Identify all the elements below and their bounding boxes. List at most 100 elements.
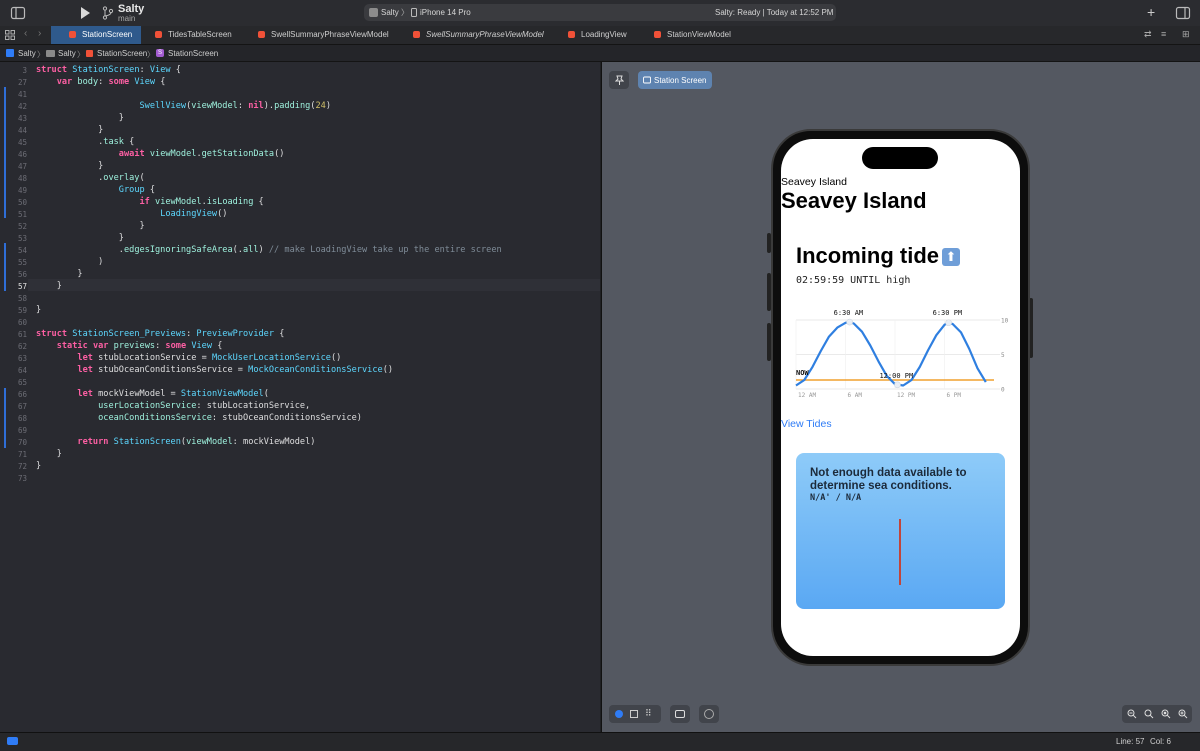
line-number: 68 bbox=[17, 414, 27, 423]
tide-countdown: 02:59:59 UNTIL high bbox=[796, 275, 911, 286]
line-number: 51 bbox=[17, 210, 27, 219]
forward-icon[interactable]: › bbox=[38, 28, 41, 39]
line-number: 66 bbox=[17, 390, 27, 399]
add-icon[interactable]: + bbox=[1147, 4, 1155, 20]
code-line: } bbox=[36, 161, 104, 171]
code-line: ) bbox=[36, 257, 104, 267]
tab-swellsummaryphraseviewmodel[interactable]: SwellSummaryPhraseViewModel bbox=[258, 26, 389, 44]
split-editor-icon[interactable]: ⊞ bbox=[1182, 29, 1190, 40]
selectable-mode-icon[interactable] bbox=[630, 710, 638, 718]
code-line: } bbox=[36, 305, 42, 315]
line-number: 65 bbox=[17, 378, 27, 387]
breadcrumb-group[interactable]: Salty bbox=[58, 49, 76, 58]
code-line: oceanConditionsService: stubOceanConditi… bbox=[98, 413, 362, 423]
tide-chart: 10 5 0 12 AM 6 AM 12 PM 6 PM 6:30 AM 12:00 PM 6:3… bbox=[795, 310, 1009, 399]
zoom-fit-icon[interactable] bbox=[1161, 709, 1171, 719]
tab-label: LoadingView bbox=[581, 30, 627, 39]
swift-file-icon bbox=[568, 31, 575, 38]
x-tick-label: 6 AM bbox=[848, 392, 863, 399]
current-line-highlight bbox=[28, 279, 600, 291]
folder-icon bbox=[46, 50, 55, 57]
preview-tab-station-screen[interactable]: Station Screen bbox=[638, 71, 712, 89]
editor-tab-bar: ‹ › StationScreen TidesTableScreen Swell… bbox=[0, 26, 1200, 45]
line-number: 71 bbox=[17, 450, 27, 459]
cursor-column: Col: 6 bbox=[1150, 737, 1171, 746]
y-tick-label: 5 bbox=[1001, 352, 1005, 359]
zoom-actual-icon[interactable] bbox=[1144, 709, 1154, 719]
line-number: 55 bbox=[17, 258, 27, 267]
line-number: 63 bbox=[17, 354, 27, 363]
code-line: .overlay( bbox=[36, 173, 145, 183]
breadcrumb-project[interactable]: Salty bbox=[18, 49, 36, 58]
code-line: userLocationService: stubLocationService… bbox=[98, 401, 311, 411]
swift-file-icon bbox=[155, 31, 162, 38]
pin-preview-button[interactable] bbox=[609, 71, 629, 89]
destination-selector[interactable]: iPhone 14 Pro bbox=[420, 8, 471, 17]
line-number: 56 bbox=[17, 270, 27, 279]
tide-status-title: Incoming tide bbox=[796, 243, 939, 268]
chevron-right-icon: 〉 bbox=[147, 50, 155, 59]
code-line: } bbox=[36, 269, 83, 279]
line-number: 47 bbox=[17, 162, 27, 171]
code-line: struct StationScreen: View { bbox=[36, 65, 181, 75]
arrow-up-icon: ⬆ bbox=[942, 248, 960, 266]
debug-area-toggle-icon[interactable] bbox=[7, 737, 18, 745]
y-tick-label: 0 bbox=[1001, 387, 1005, 394]
code-line: return StationScreen(viewModel: mockView… bbox=[77, 437, 316, 447]
device-settings-button[interactable] bbox=[670, 705, 690, 723]
phone-icon bbox=[411, 8, 417, 17]
code-line: } bbox=[36, 449, 62, 459]
run-icon[interactable] bbox=[77, 5, 93, 21]
source-editor[interactable]: 3 struct StationScreen: View {27 var body… bbox=[0, 62, 600, 732]
tab-tidestablescreen[interactable]: TidesTableScreen bbox=[155, 26, 232, 44]
pin-icon bbox=[615, 75, 624, 85]
swift-file-icon bbox=[413, 31, 420, 38]
preview-settings-button[interactable] bbox=[699, 705, 719, 723]
branch-icon bbox=[102, 6, 114, 20]
swift-file-icon bbox=[86, 50, 93, 57]
tab-loadingview[interactable]: LoadingView bbox=[568, 26, 627, 44]
settings-icon bbox=[704, 709, 714, 719]
variants-icon[interactable]: ⠿ bbox=[645, 708, 652, 719]
extreme-marker bbox=[945, 319, 952, 327]
preview-icon bbox=[643, 76, 651, 84]
line-number: 73 bbox=[17, 474, 27, 483]
tab-stationscreen[interactable]: StationScreen bbox=[51, 26, 141, 44]
chevron-right-icon: 〉 bbox=[37, 50, 45, 59]
tab-label: SwellSummaryPhraseViewModel bbox=[271, 30, 389, 39]
breadcrumb-file[interactable]: StationScreen bbox=[97, 49, 147, 58]
station-title: Seavey Island bbox=[781, 188, 927, 213]
line-number: 57 bbox=[17, 282, 27, 291]
line-number: 64 bbox=[17, 366, 27, 375]
code-line: var body: some View { bbox=[56, 77, 166, 87]
scheme-selector[interactable]: Salty bbox=[381, 8, 399, 17]
code-line: } bbox=[36, 233, 124, 243]
extreme-label: 12:00 PM bbox=[879, 372, 913, 380]
tab-swellsummaryphraseviewmodel-preview[interactable]: SwellSummaryPhraseViewModel bbox=[413, 26, 544, 44]
grid-icon[interactable] bbox=[5, 30, 15, 40]
extreme-label: 6:30 AM bbox=[834, 310, 864, 317]
line-number: 41 bbox=[17, 90, 27, 99]
breadcrumb: Salty 〉 Salty 〉 StationScreen 〉 S Statio… bbox=[0, 45, 1200, 62]
code-line: let mockViewModel = StationViewModel( bbox=[77, 389, 269, 399]
tab-stationviewmodel[interactable]: StationViewModel bbox=[654, 26, 731, 44]
breadcrumb-symbol[interactable]: StationScreen bbox=[168, 49, 218, 58]
cursor-line: Line: 57 bbox=[1116, 737, 1145, 746]
line-number: 54 bbox=[17, 246, 27, 255]
line-number: 48 bbox=[17, 174, 27, 183]
live-mode-icon[interactable] bbox=[615, 710, 623, 718]
line-number: 3 bbox=[22, 66, 27, 75]
sidebar-toggle-icon[interactable] bbox=[10, 5, 26, 21]
dynamic-island bbox=[862, 147, 938, 169]
related-items-icon[interactable]: ⇄ bbox=[1144, 29, 1152, 40]
line-number: 43 bbox=[17, 114, 27, 123]
code-line: let stubLocationService = MockUserLocati… bbox=[77, 353, 342, 363]
inspector-toggle-icon[interactable] bbox=[1175, 5, 1191, 21]
zoom-in-icon[interactable] bbox=[1178, 709, 1188, 719]
zoom-out-icon[interactable] bbox=[1127, 709, 1137, 719]
tab-label: SwellSummaryPhraseViewModel bbox=[426, 30, 544, 39]
adjust-editor-icon[interactable]: ≡ bbox=[1161, 29, 1166, 39]
view-tides-link[interactable]: View Tides bbox=[781, 418, 832, 430]
line-number: 60 bbox=[17, 318, 27, 327]
back-icon[interactable]: ‹ bbox=[24, 28, 27, 39]
